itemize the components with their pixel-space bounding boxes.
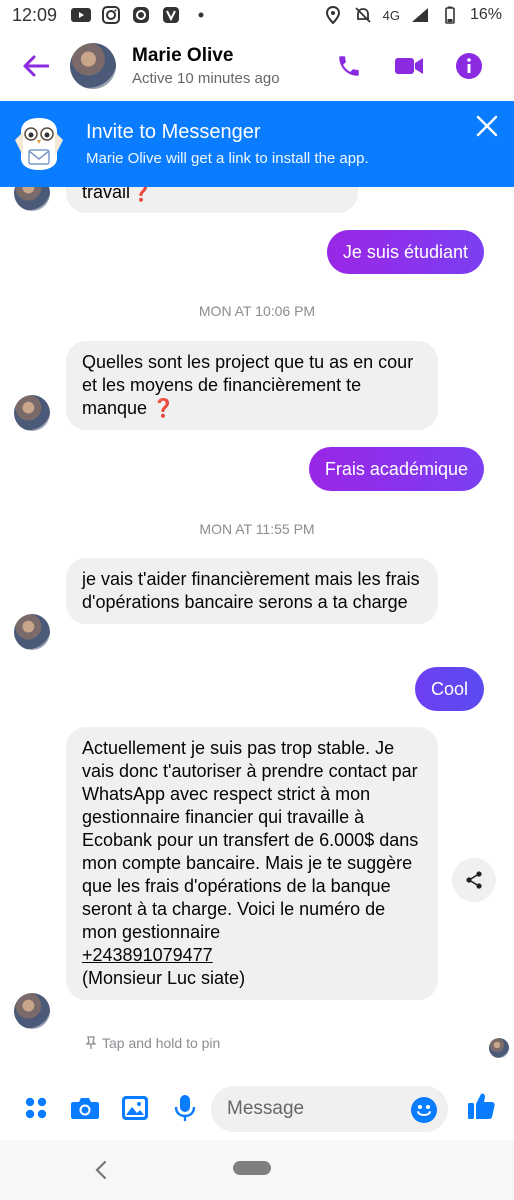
phone-icon <box>339 56 359 76</box>
video-camera-icon <box>395 58 423 74</box>
system-home-pill[interactable] <box>233 1161 271 1175</box>
status-bar: 12:09 4G 16% <box>0 0 514 30</box>
incoming-message[interactable]: je vais t'aider financièrement mais les … <box>66 558 438 624</box>
back-arrow-icon <box>23 55 49 77</box>
message-text: je vais t'aider financièrement mais les … <box>82 569 420 612</box>
mute-icon <box>353 6 373 24</box>
seen-indicator-avatar <box>489 1038 509 1058</box>
message-timestamp: MON AT 10:06 PM <box>198 303 316 319</box>
back-button[interactable] <box>12 42 60 90</box>
emoji-button[interactable] <box>410 1096 438 1124</box>
message-composer <box>0 1078 514 1140</box>
message-text: Frais académique <box>324 458 468 479</box>
pin-hint: Tap and hold to pin <box>84 1035 220 1051</box>
vivaldi-icon <box>161 6 181 24</box>
outgoing-message[interactable]: Je suis étudiant <box>326 230 484 274</box>
message-text: Actuellement je suis pas trop stable. Je… <box>82 738 419 942</box>
sender-avatar[interactable] <box>14 187 50 211</box>
thumbs-up-icon <box>468 1093 495 1119</box>
incoming-message[interactable]: Quelles sont les project que tu as en co… <box>66 341 438 430</box>
incoming-message[interactable]: Actuellement je suis pas trop stable. Je… <box>66 727 438 1000</box>
message-text-tail: (Monsieur Luc siate) <box>82 968 246 988</box>
message-timestamp: MON AT 11:55 PM <box>199 521 315 537</box>
notification-dot-icon <box>191 6 211 24</box>
sender-avatar[interactable] <box>14 614 50 650</box>
share-message-button[interactable] <box>452 858 496 902</box>
network-type: 4G <box>382 7 400 23</box>
contact-name: Marie Olive <box>132 45 234 66</box>
outgoing-message[interactable]: Frais académique <box>308 447 484 491</box>
four-dots-icon <box>25 1097 47 1119</box>
video-call-button[interactable] <box>394 51 424 81</box>
close-icon <box>476 115 498 137</box>
battery-level: 16% <box>469 6 502 23</box>
message-text: Quelles sont les project que tu as en co… <box>82 352 414 418</box>
message-thread[interactable]: travail❓ Je suis étudiant MON AT 10:06 P… <box>0 187 514 1070</box>
battery-icon <box>440 6 460 24</box>
message-text: travail❓ <box>82 187 153 202</box>
more-actions-button[interactable] <box>21 1093 51 1123</box>
voice-call-button[interactable] <box>334 51 364 81</box>
chat-app-icon <box>131 6 151 24</box>
sender-avatar[interactable] <box>14 993 50 1029</box>
outgoing-message[interactable]: Cool <box>414 667 484 711</box>
phone-number-link[interactable]: +243891079477 <box>82 945 213 965</box>
pin-icon <box>85 1036 97 1049</box>
message-text: Cool <box>430 678 468 699</box>
invite-subtitle: Marie Olive will get a link to install t… <box>86 150 369 167</box>
gallery-button[interactable] <box>120 1093 150 1123</box>
microphone-icon <box>174 1095 196 1121</box>
conversation-header: Marie Olive Active 10 minutes ago <box>0 30 514 102</box>
info-icon <box>456 53 482 79</box>
image-icon <box>122 1096 148 1120</box>
camera-button[interactable] <box>70 1093 100 1123</box>
sender-avatar[interactable] <box>14 395 50 431</box>
like-button[interactable] <box>466 1091 496 1121</box>
owl-mascot-icon <box>10 113 68 175</box>
system-back-button[interactable] <box>92 1158 112 1182</box>
incoming-message[interactable]: travail❓ <box>66 187 358 213</box>
location-icon <box>323 6 343 24</box>
system-navigation-bar <box>0 1140 514 1200</box>
contact-avatar[interactable] <box>70 43 116 89</box>
voice-message-button[interactable] <box>170 1093 200 1123</box>
youtube-icon <box>71 6 92 24</box>
invite-banner[interactable]: Invite to Messenger Marie Olive will get… <box>0 101 514 187</box>
contact-status: Active 10 minutes ago <box>132 70 280 87</box>
instagram-icon <box>101 6 121 24</box>
smiley-icon <box>411 1097 437 1123</box>
contact-info[interactable]: Marie Olive Active 10 minutes ago <box>132 45 280 87</box>
invite-close-button[interactable] <box>470 109 504 143</box>
message-text: Je suis étudiant <box>342 241 468 262</box>
conversation-info-button[interactable] <box>454 51 484 81</box>
camera-icon <box>71 1098 99 1119</box>
signal-icon <box>410 6 430 24</box>
invite-title: Invite to Messenger <box>86 121 261 143</box>
status-time: 12:09 <box>12 4 58 25</box>
share-icon <box>466 871 482 889</box>
pin-hint-text: Tap and hold to pin <box>102 1035 221 1051</box>
chevron-left-icon <box>95 1160 107 1180</box>
